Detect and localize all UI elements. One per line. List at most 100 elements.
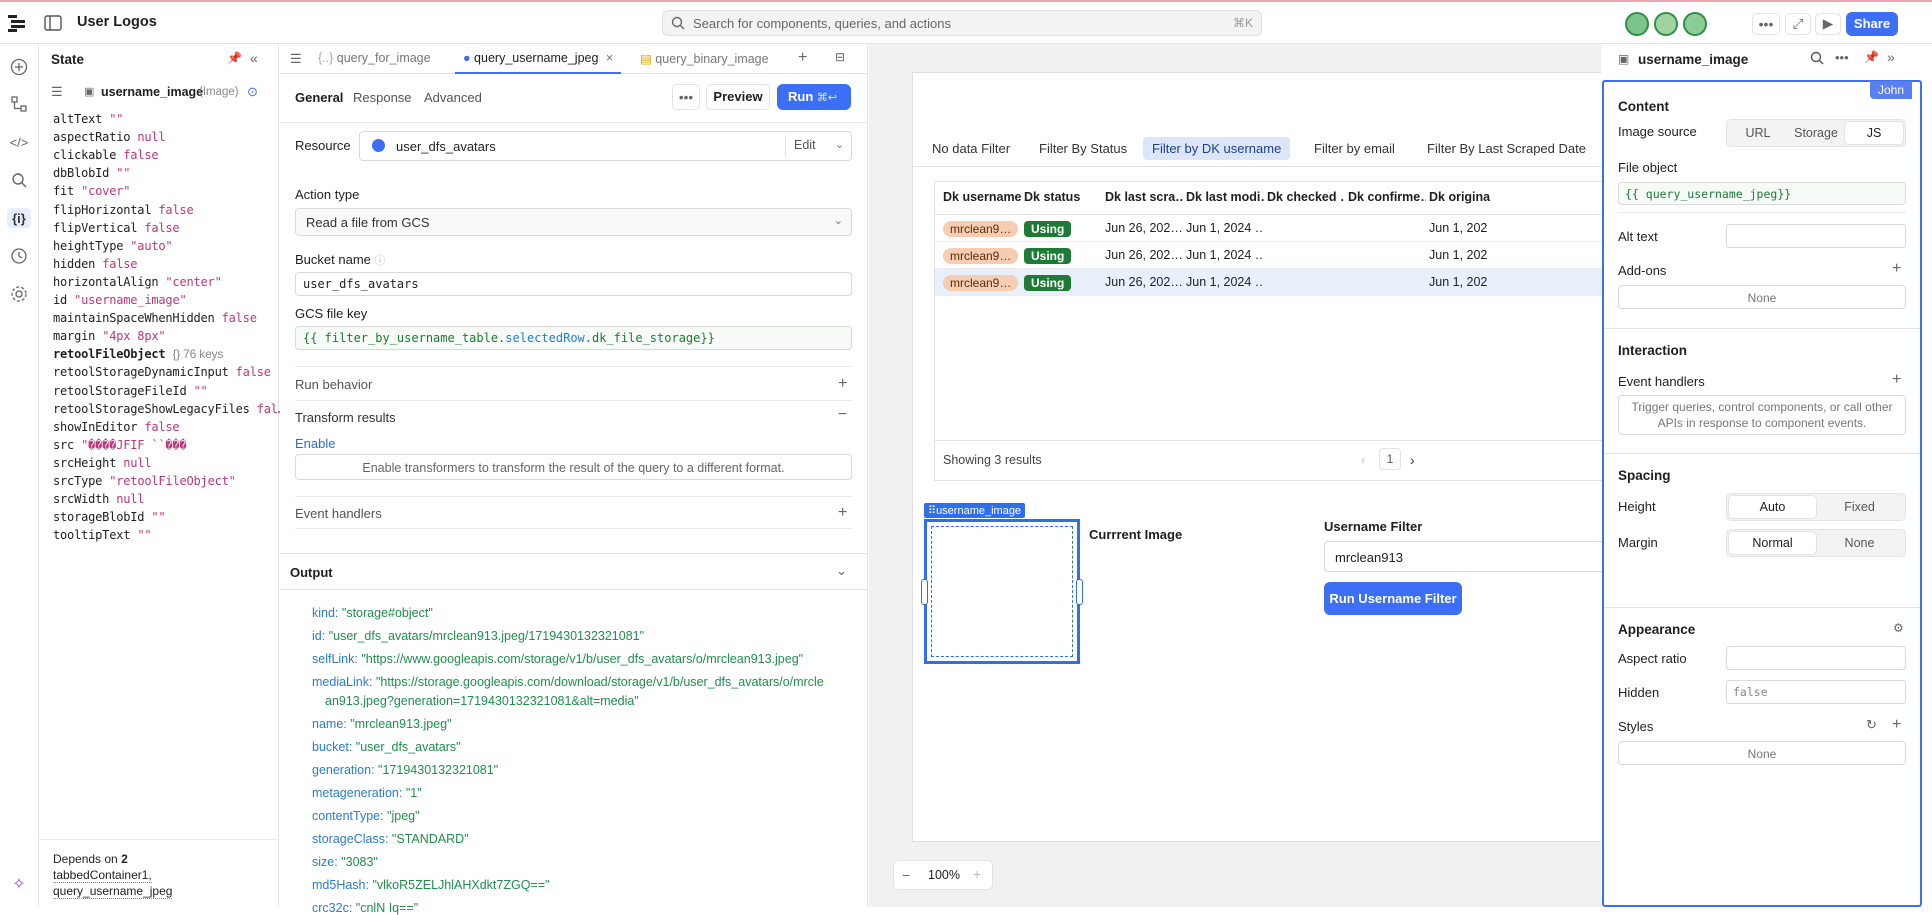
aspect-ratio-input[interactable] [1726, 646, 1906, 670]
column-header[interactable]: Dk confirme… [1348, 190, 1426, 204]
page-number[interactable]: 1 [1379, 448, 1401, 470]
state-prop[interactable]: altText "" [53, 112, 123, 126]
margin-normal[interactable]: Normal [1729, 532, 1816, 554]
source-url[interactable]: URL [1729, 122, 1787, 144]
list-icon[interactable]: ☰ [51, 84, 63, 100]
state-prop[interactable]: maintainSpaceWhenHidden false [53, 311, 257, 325]
chevron-left-icon[interactable]: ‹ [1361, 453, 1365, 467]
state-prop[interactable]: storageBlobId "" [53, 510, 166, 524]
username-image[interactable] [921, 519, 1083, 664]
retool-logo-icon[interactable] [8, 14, 28, 32]
settings-icon[interactable] [9, 284, 29, 304]
height-toggle[interactable]: Auto Fixed [1726, 493, 1906, 521]
tab-query-binary-image[interactable]: ▤ query_binary_image [640, 51, 769, 66]
share-button[interactable]: Share [1846, 12, 1898, 36]
column-header[interactable]: Dk status [1024, 190, 1102, 204]
inspector-title[interactable]: username_image [1638, 52, 1748, 67]
event-handlers-label[interactable]: Event handlers [295, 506, 382, 521]
state-prop[interactable]: retoolStorageDynamicInput false [53, 365, 271, 379]
select-target-icon[interactable]: ⊙ [247, 84, 258, 100]
state-prop[interactable]: aspectRatio null [53, 130, 166, 144]
state-prop[interactable]: flipHorizontal false [53, 203, 194, 217]
zoom-level[interactable]: 100% [928, 868, 960, 882]
username-filter-input[interactable]: mrclean913 [1324, 541, 1602, 572]
enable-link[interactable]: Enable [295, 436, 335, 451]
alt-text-input[interactable] [1726, 224, 1906, 248]
add-tab-icon[interactable]: + [798, 49, 807, 67]
height-fixed[interactable]: Fixed [1816, 496, 1903, 518]
file-object-input[interactable]: {{ query_username_jpeg}} [1618, 182, 1906, 205]
filter-tab[interactable]: Filter by DK username [1143, 137, 1291, 160]
image-source-toggle[interactable]: URL Storage JS [1726, 119, 1906, 147]
subtab-general[interactable]: General [295, 90, 343, 105]
tree-icon[interactable] [9, 94, 29, 114]
column-header[interactable]: Dk checked … [1267, 190, 1345, 204]
state-icon[interactable]: {i} [7, 208, 31, 228]
bucket-input[interactable]: user_dfs_avatars [295, 272, 852, 296]
plus-icon[interactable]: + [1892, 371, 1901, 389]
sliders-icon[interactable]: ⚙ [1893, 621, 1904, 635]
avatar[interactable] [1654, 12, 1678, 36]
state-prop[interactable]: margin "4px 8px" [53, 329, 166, 343]
chevron-down-icon[interactable]: ⌄ [835, 138, 844, 151]
gcs-key-input[interactable]: {{ filter_by_username_table.selectedRow.… [295, 326, 852, 350]
column-header[interactable]: Dk username [943, 190, 1021, 204]
expand-icon[interactable]: ⤢ [1785, 13, 1811, 35]
edit-resource-button[interactable]: Edit [785, 135, 824, 157]
minus-icon[interactable]: − [838, 406, 847, 424]
run-username-filter-button[interactable]: Run Username Filter [1324, 582, 1462, 615]
source-storage[interactable]: Storage [1787, 122, 1845, 144]
add-icon[interactable] [9, 57, 29, 77]
state-prop[interactable]: retoolFileObject {} 76 keys [53, 347, 223, 361]
hidden-input[interactable]: false [1726, 680, 1906, 704]
source-js[interactable]: JS [1845, 122, 1903, 144]
avatar[interactable] [1625, 12, 1649, 36]
state-prop[interactable]: horizontalAlign "center" [53, 275, 222, 289]
plus-icon[interactable]: + [838, 504, 847, 522]
run-behavior-label[interactable]: Run behavior [295, 377, 372, 392]
state-prop[interactable]: dbBlobId "" [53, 166, 130, 180]
avatar[interactable] [1683, 12, 1707, 36]
zoom-in-icon[interactable]: + [973, 866, 981, 882]
margin-toggle[interactable]: Normal None [1726, 529, 1906, 557]
more-icon[interactable]: ••• [672, 84, 700, 110]
margin-none[interactable]: None [1816, 532, 1903, 554]
resize-handle[interactable] [1076, 579, 1083, 605]
resource-select[interactable]: user_dfs_avatars Edit ⌄ [359, 131, 852, 161]
state-prop[interactable]: retoolStorageShowLegacyFiles fal… [53, 402, 285, 416]
plus-icon[interactable]: + [1892, 716, 1901, 734]
state-prop[interactable]: showInEditor false [53, 420, 180, 434]
play-icon[interactable]: ▶ [1815, 13, 1841, 35]
resize-handle[interactable] [921, 579, 928, 605]
search-icon[interactable] [1810, 51, 1824, 65]
filter-tab[interactable]: Filter By Last Scraped Date [1418, 137, 1595, 160]
depends-item[interactable]: query_username_jpeg [53, 884, 173, 899]
state-prop[interactable]: src "����JFIF ``��� [53, 438, 187, 452]
plus-icon[interactable]: + [1892, 260, 1901, 278]
subtab-advanced[interactable]: Advanced [424, 90, 482, 105]
plus-icon[interactable]: + [838, 375, 847, 393]
state-prop[interactable]: clickable false [53, 148, 159, 162]
chevron-right-icon[interactable]: › [1410, 452, 1415, 468]
column-header[interactable]: Dk last scra… [1105, 190, 1183, 204]
history-icon[interactable] [9, 246, 29, 266]
column-header[interactable]: Dk origina [1429, 190, 1507, 204]
state-prop[interactable]: srcType "retoolFileObject" [53, 474, 236, 488]
zoom-out-icon[interactable]: − [902, 867, 910, 883]
height-auto[interactable]: Auto [1729, 496, 1816, 518]
menu-icon[interactable]: ☰ [290, 51, 302, 67]
filter-tab[interactable]: No data Filter [923, 137, 1019, 160]
state-prop[interactable]: srcHeight null [53, 456, 152, 470]
filter-tab[interactable]: Filter By Status [1030, 137, 1136, 160]
reset-icon[interactable]: ↻ [1866, 717, 1877, 733]
pin-icon[interactable]: 📌 [227, 51, 242, 65]
close-icon[interactable]: × [606, 51, 613, 65]
pin-icon[interactable]: 📌 [1864, 50, 1879, 64]
sidebar-toggle-icon[interactable] [43, 14, 63, 32]
more-icon[interactable]: ••• [1752, 13, 1780, 35]
more-icon[interactable]: ••• [1835, 50, 1849, 65]
tab-query-for-image[interactable]: {..} query_for_image [318, 51, 431, 65]
transform-label[interactable]: Transform results [295, 410, 396, 425]
state-prop[interactable]: retoolStorageFileId "" [53, 384, 208, 398]
state-prop[interactable]: flipVertical false [53, 221, 180, 235]
